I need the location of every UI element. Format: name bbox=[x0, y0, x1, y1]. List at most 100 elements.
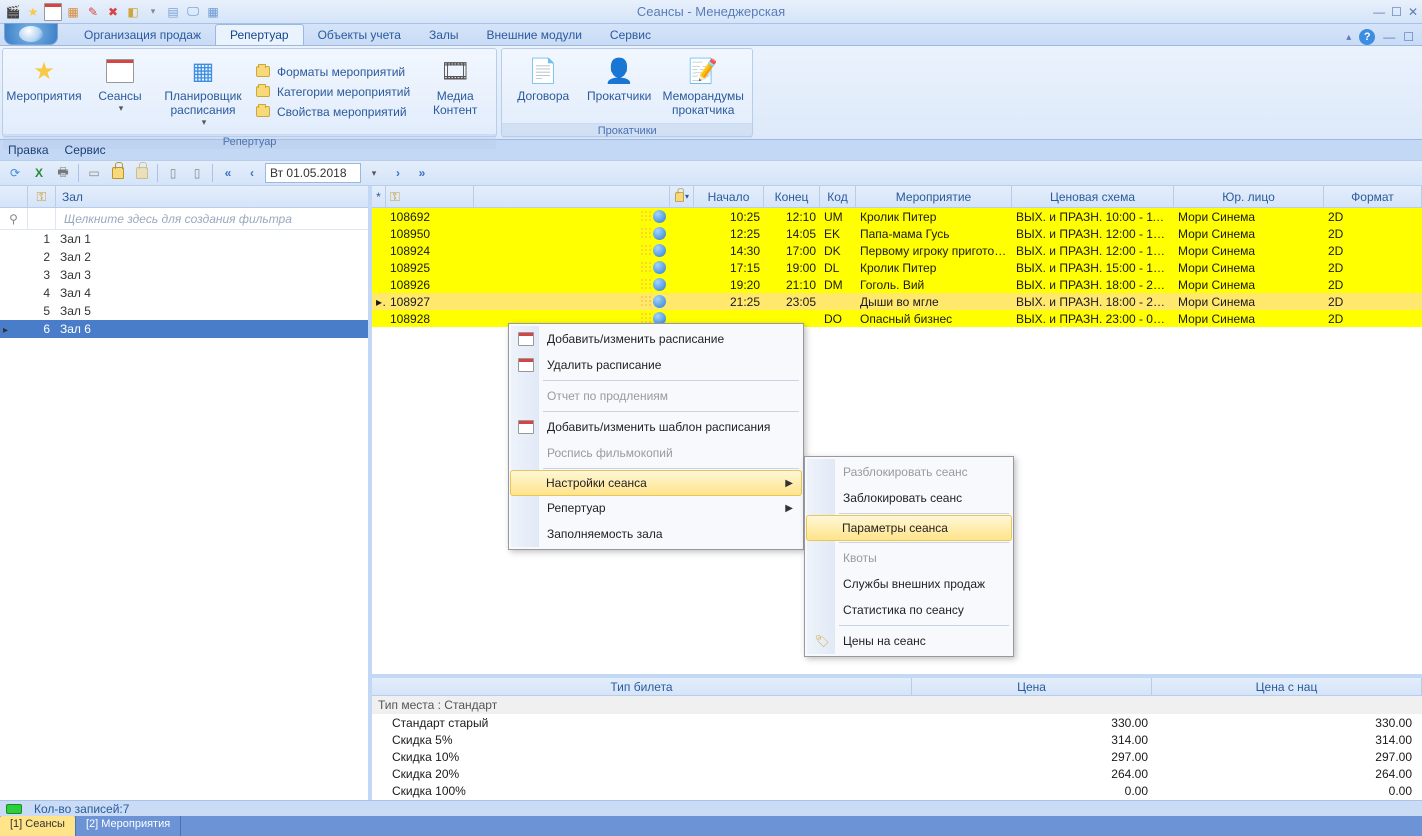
price-row[interactable]: Скидка 5%314.00314.00 bbox=[372, 731, 1422, 748]
ctx-hall-fill[interactable]: Заполняемость зала bbox=[511, 521, 801, 547]
formats-button[interactable]: Форматы мероприятий bbox=[251, 63, 414, 81]
hall-row[interactable]: 5Зал 5 bbox=[0, 302, 368, 320]
price-row[interactable]: Скидка 100%0.000.00 bbox=[372, 782, 1422, 799]
price-row[interactable]: Скидка 10%297.00297.00 bbox=[372, 748, 1422, 765]
scheduler-button[interactable]: ▦ Планировщик расписания bbox=[161, 53, 245, 130]
filter-row[interactable]: ⚲ Щелкните здесь для создания фильтра bbox=[0, 208, 368, 230]
app-menu-orb[interactable] bbox=[4, 23, 58, 45]
page-icon[interactable]: ▯ bbox=[162, 162, 184, 184]
contracts-button[interactable]: 📄 Договора bbox=[508, 53, 578, 119]
hall-row[interactable]: 4Зал 4 bbox=[0, 284, 368, 302]
col-price-vat[interactable]: Цена с нац bbox=[1152, 678, 1422, 695]
nav-next-icon[interactable]: › bbox=[387, 162, 409, 184]
col-end[interactable]: Конец bbox=[764, 186, 820, 207]
session-row[interactable]: 10895012:2514:05EKПапа-мама ГусьВЫХ. и П… bbox=[372, 225, 1422, 242]
print-icon[interactable]: 🖶 bbox=[52, 162, 74, 184]
nav-prev-icon[interactable]: ‹ bbox=[241, 162, 263, 184]
drop-icon[interactable]: ▾ bbox=[144, 3, 162, 21]
session-row[interactable]: 10892414:3017:00DKПервому игроку пригото… bbox=[372, 242, 1422, 259]
id-header-key-icon[interactable]: ⚿ bbox=[386, 186, 474, 207]
categories-button[interactable]: Категории мероприятий bbox=[251, 83, 414, 101]
ribbon-min-icon[interactable]: — bbox=[1383, 30, 1395, 44]
tab-repertoire[interactable]: Репертуар bbox=[215, 24, 304, 45]
sessions-button[interactable]: Сеансы bbox=[85, 53, 155, 130]
doc-new-icon[interactable]: ▭ bbox=[83, 162, 105, 184]
ribbon-collapse-icon[interactable]: ▴ bbox=[1346, 32, 1351, 43]
date-dropdown-icon[interactable]: ▾ bbox=[363, 162, 385, 184]
session-end: 14:05 bbox=[764, 227, 820, 241]
star-icon[interactable]: ★ bbox=[24, 3, 42, 21]
price-row[interactable]: Скидка 20%264.00264.00 bbox=[372, 765, 1422, 782]
tasktab-sessions[interactable]: [1] Сеансы bbox=[0, 816, 76, 836]
prices-grid-body[interactable]: Тип места : Стандарт Стандарт старый330.… bbox=[372, 696, 1422, 800]
halls-header-label[interactable]: Зал bbox=[56, 190, 368, 204]
menu-edit[interactable]: Правка bbox=[8, 143, 49, 157]
close-button[interactable]: ✕ bbox=[1408, 5, 1418, 19]
col-ticket-type[interactable]: Тип билета bbox=[372, 678, 912, 695]
refresh-icon[interactable]: ⟳ bbox=[4, 162, 26, 184]
statusbar: Кол-во записей:7 bbox=[0, 800, 1422, 816]
hall-row[interactable]: 3Зал 3 bbox=[0, 266, 368, 284]
hall-row[interactable]: 1Зал 1 bbox=[0, 230, 368, 248]
ribbon-restore-icon[interactable]: ☐ bbox=[1403, 30, 1414, 44]
help-icon[interactable]: ? bbox=[1359, 29, 1375, 45]
col-org[interactable]: Юр. лицо bbox=[1174, 186, 1324, 207]
tab-halls[interactable]: Залы bbox=[415, 25, 473, 45]
col-event[interactable]: Мероприятие bbox=[856, 186, 1012, 207]
col-format[interactable]: Формат bbox=[1324, 186, 1422, 207]
ctx-lock-session[interactable]: Заблокировать сеанс bbox=[807, 485, 1011, 511]
maximize-button[interactable]: ☐ bbox=[1391, 5, 1402, 19]
ctx-session-stats[interactable]: Статистика по сеансу bbox=[807, 597, 1011, 623]
grip-icon bbox=[640, 210, 651, 221]
tab-accounting-objects[interactable]: Объекты учета bbox=[304, 25, 415, 45]
col-code[interactable]: Код bbox=[820, 186, 856, 207]
hall-row[interactable]: ▸6Зал 6 bbox=[0, 320, 368, 338]
nav-last-icon[interactable]: » bbox=[411, 162, 433, 184]
session-row[interactable]: 10892517:1519:00DLКролик ПитерВЫХ. и ПРА… bbox=[372, 259, 1422, 276]
ctx-repertoire-submenu[interactable]: Репертуар▶ bbox=[511, 495, 801, 521]
lock-header-icon[interactable]: ▾ bbox=[670, 186, 694, 207]
col-price[interactable]: Цена bbox=[912, 678, 1152, 695]
session-row[interactable]: ▸10892721:2523:05Дыши во мглеВЫХ. и ПРАЗ… bbox=[372, 293, 1422, 310]
properties-button[interactable]: Свойства мероприятий bbox=[251, 103, 414, 121]
memorandums-button[interactable]: 📝 Меморандумы прокатчика bbox=[660, 53, 746, 119]
nav-first-icon[interactable]: « bbox=[217, 162, 239, 184]
delete-cal-icon[interactable]: ✖ bbox=[104, 3, 122, 21]
price-group-row[interactable]: Тип места : Стандарт bbox=[372, 696, 1422, 714]
lock-icon[interactable] bbox=[107, 162, 129, 184]
menu-service[interactable]: Сервис bbox=[65, 143, 106, 157]
schedule-icon[interactable]: ▦ bbox=[64, 3, 82, 21]
monitor-icon[interactable]: 🖵 bbox=[184, 3, 202, 21]
distributors-button[interactable]: 👤 Прокатчики bbox=[584, 53, 654, 119]
ctx-session-settings[interactable]: Настройки сеанса▶ bbox=[510, 470, 802, 496]
price-row[interactable]: Стандарт старый330.00330.00 bbox=[372, 714, 1422, 731]
calendar-icon[interactable] bbox=[44, 3, 62, 21]
hall-row[interactable]: 2Зал 2 bbox=[0, 248, 368, 266]
tasktab-events[interactable]: [2] Мероприятия bbox=[76, 816, 181, 836]
tab-org-sales[interactable]: Организация продаж bbox=[70, 25, 215, 45]
events-button[interactable]: ★ Мероприятия bbox=[9, 53, 79, 130]
ctx-add-edit-template[interactable]: Добавить/изменить шаблон расписания bbox=[511, 414, 801, 440]
minimize-button[interactable]: — bbox=[1373, 5, 1385, 19]
unlock-icon[interactable] bbox=[131, 162, 153, 184]
tab-external-modules[interactable]: Внешние модули bbox=[473, 25, 596, 45]
col-price-scheme[interactable]: Ценовая схема bbox=[1012, 186, 1174, 207]
session-row[interactable]: 10869210:2512:10UMКролик ПитерВЫХ. и ПРА… bbox=[372, 208, 1422, 225]
ctx-delete-schedule[interactable]: Удалить расписание bbox=[511, 352, 801, 378]
ctx-session-params[interactable]: Параметры сеанса bbox=[806, 515, 1012, 541]
excel-icon[interactable]: X bbox=[28, 162, 50, 184]
date-input[interactable] bbox=[265, 163, 361, 183]
page2-icon[interactable]: ▯ bbox=[186, 162, 208, 184]
sessions-grid-body[interactable]: 10869210:2512:10UMКролик ПитерВЫХ. и ПРА… bbox=[372, 208, 1422, 674]
grid-icon[interactable]: ▦ bbox=[204, 3, 222, 21]
note-icon[interactable]: ◧ bbox=[124, 3, 142, 21]
pin-icon[interactable]: ✎ bbox=[84, 3, 102, 21]
ctx-external-sales[interactable]: Службы внешних продаж bbox=[807, 571, 1011, 597]
tab-service[interactable]: Сервис bbox=[596, 25, 665, 45]
doc-icon[interactable]: ▤ bbox=[164, 3, 182, 21]
media-content-button[interactable]: 🎞 Медиа Контент bbox=[420, 53, 490, 130]
session-row[interactable]: 10892619:2021:10DMГоголь. ВийВЫХ. и ПРАЗ… bbox=[372, 276, 1422, 293]
col-start[interactable]: Начало bbox=[694, 186, 764, 207]
ctx-add-edit-schedule[interactable]: Добавить/изменить расписание bbox=[511, 326, 801, 352]
ctx-session-prices[interactable]: 🏷Цены на сеанс bbox=[807, 628, 1011, 654]
